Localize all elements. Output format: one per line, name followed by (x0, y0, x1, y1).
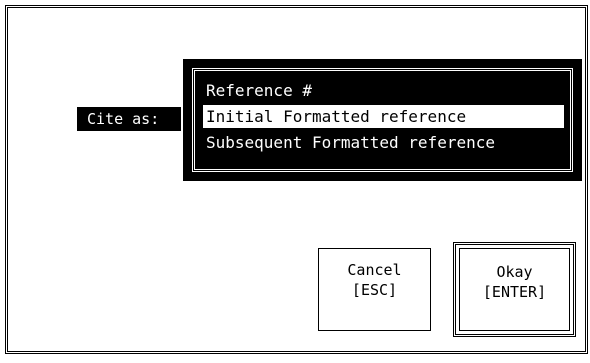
okay-button-shortcut: [ENTER] (482, 283, 547, 301)
option-subsequent-formatted-reference[interactable]: Subsequent Formatted reference (203, 131, 495, 154)
option-reference-number[interactable]: Reference # (203, 79, 312, 102)
cancel-button-shortcut: [ESC] (351, 281, 398, 299)
okay-button-label: Okay (496, 263, 533, 281)
okay-button[interactable]: Okay [ENTER] (453, 242, 576, 337)
option-initial-formatted-reference[interactable]: Initial Formatted reference (203, 105, 564, 128)
okay-button-inner: Okay [ENTER] (459, 248, 570, 331)
cite-as-label: Cite as: (77, 107, 181, 131)
cancel-button-label: Cancel (347, 261, 402, 279)
cancel-button[interactable]: Cancel [ESC] (318, 248, 431, 331)
